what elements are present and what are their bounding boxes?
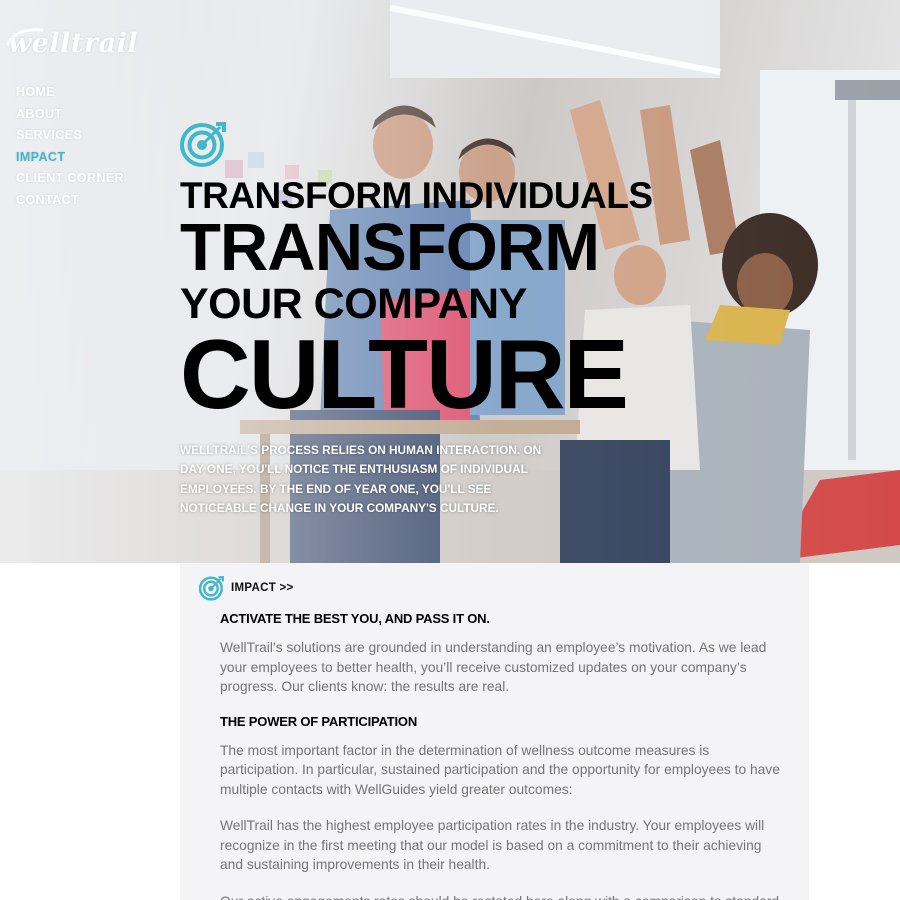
nav-item-services[interactable]: SERVICES — [16, 125, 124, 147]
headline-line-4: CULTURE — [180, 319, 629, 429]
impact-section: IMPACT >> ACTIVATE THE BEST YOU, AND PAS… — [180, 563, 809, 900]
section-paragraph-3: WellTrail has the highest employee parti… — [220, 818, 765, 872]
nav-item-client-corner[interactable]: CLIENT CORNER — [16, 168, 124, 190]
section-heading-1: ACTIVATE THE BEST YOU, AND PASS IT ON. — [220, 611, 490, 626]
hero-banner: welltrail HOME ABOUT SERVICES IMPACT CLI… — [0, 0, 900, 563]
hero-headline: TRANSFORM INDIVIDUALS TRANSFORM YOUR COM… — [180, 176, 653, 429]
section-heading-2: THE POWER OF PARTICIPATION — [220, 713, 418, 729]
target-icon — [180, 122, 226, 167]
nav-item-home[interactable]: HOME — [16, 82, 124, 104]
impact-label[interactable]: IMPACT >> — [231, 582, 294, 594]
impact-link[interactable]: IMPACT >> — [199, 575, 294, 601]
nav-item-impact[interactable]: IMPACT — [16, 147, 124, 169]
welltrail-logo[interactable]: welltrail — [8, 28, 138, 59]
impact-content: ACTIVATE THE BEST YOU, AND PASS IT ON. W… — [220, 611, 780, 900]
section-paragraph-4: Our active engagements rates should be r… — [220, 892, 780, 900]
target-icon — [199, 576, 224, 601]
nav-item-contact[interactable]: CONTACT — [16, 190, 124, 212]
hero-description: WELLTRAIL'S PROCESS RELIES ON HUMAN INTE… — [180, 443, 542, 516]
section-paragraph-2: The most important factor in the determi… — [220, 742, 780, 797]
headline-line-2: TRANSFORM — [180, 210, 600, 285]
nav-item-about[interactable]: ABOUT — [16, 104, 124, 126]
main-nav: HOME ABOUT SERVICES IMPACT CLIENT CORNER… — [16, 82, 124, 212]
section-paragraph-1: WellTrail’s solutions are grounded in un… — [220, 640, 767, 694]
